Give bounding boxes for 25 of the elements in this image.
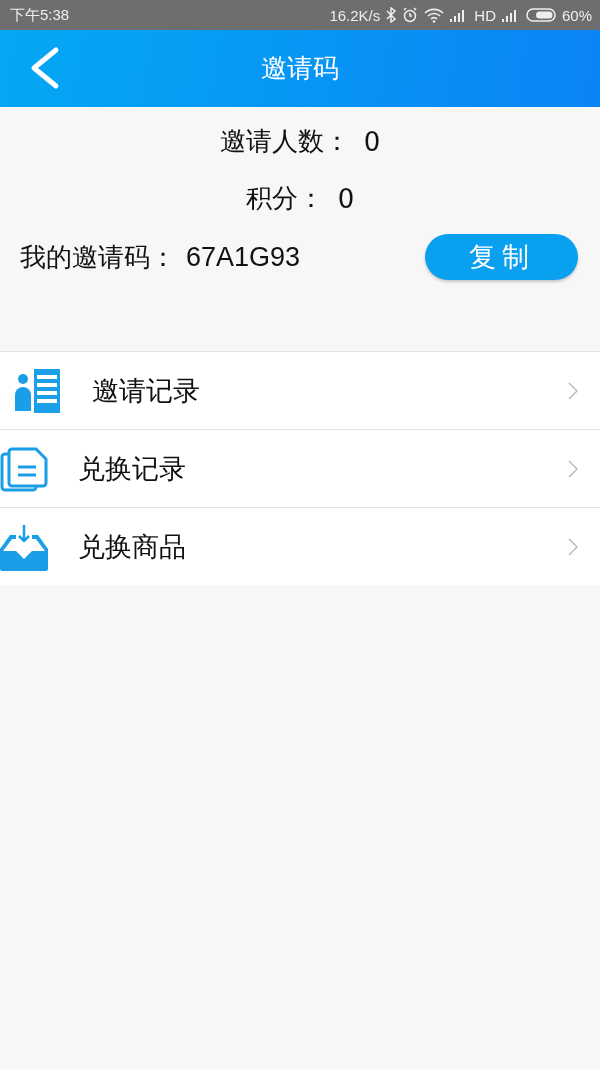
bluetooth-icon bbox=[386, 7, 397, 23]
person-list-icon bbox=[14, 366, 62, 415]
battery-icon bbox=[525, 8, 556, 22]
status-time: 下午5:38 bbox=[10, 5, 70, 25]
battery-percent: 60% bbox=[561, 6, 592, 24]
stat-label: 邀请人数： bbox=[219, 125, 350, 158]
alarm-icon bbox=[402, 7, 419, 23]
menu-item[interactable]: 兑换记录 bbox=[0, 429, 600, 507]
menu-item[interactable]: 邀请记录 bbox=[0, 352, 600, 429]
menu-label: 邀请记录 bbox=[92, 373, 200, 408]
stat-value: 0 bbox=[337, 183, 355, 214]
invite-code: 67A1G93 bbox=[186, 241, 301, 273]
menu-item[interactable]: 兑换商品 bbox=[0, 507, 600, 585]
network-type: HD bbox=[474, 6, 496, 24]
stat-label: 积分： bbox=[245, 182, 324, 215]
menu-label: 兑换商品 bbox=[78, 529, 186, 564]
chevron-icon bbox=[568, 537, 578, 556]
invite-code-label: 我的邀请码： bbox=[20, 240, 176, 274]
network-speed: 16.2K/s bbox=[329, 6, 381, 24]
chevron-icon bbox=[568, 459, 578, 478]
page-title: 邀请码 bbox=[261, 52, 339, 85]
menu-label: 兑换记录 bbox=[78, 451, 186, 486]
stat-value: 0 bbox=[363, 126, 381, 157]
wifi-icon bbox=[424, 7, 445, 23]
chevron-icon bbox=[568, 381, 578, 400]
